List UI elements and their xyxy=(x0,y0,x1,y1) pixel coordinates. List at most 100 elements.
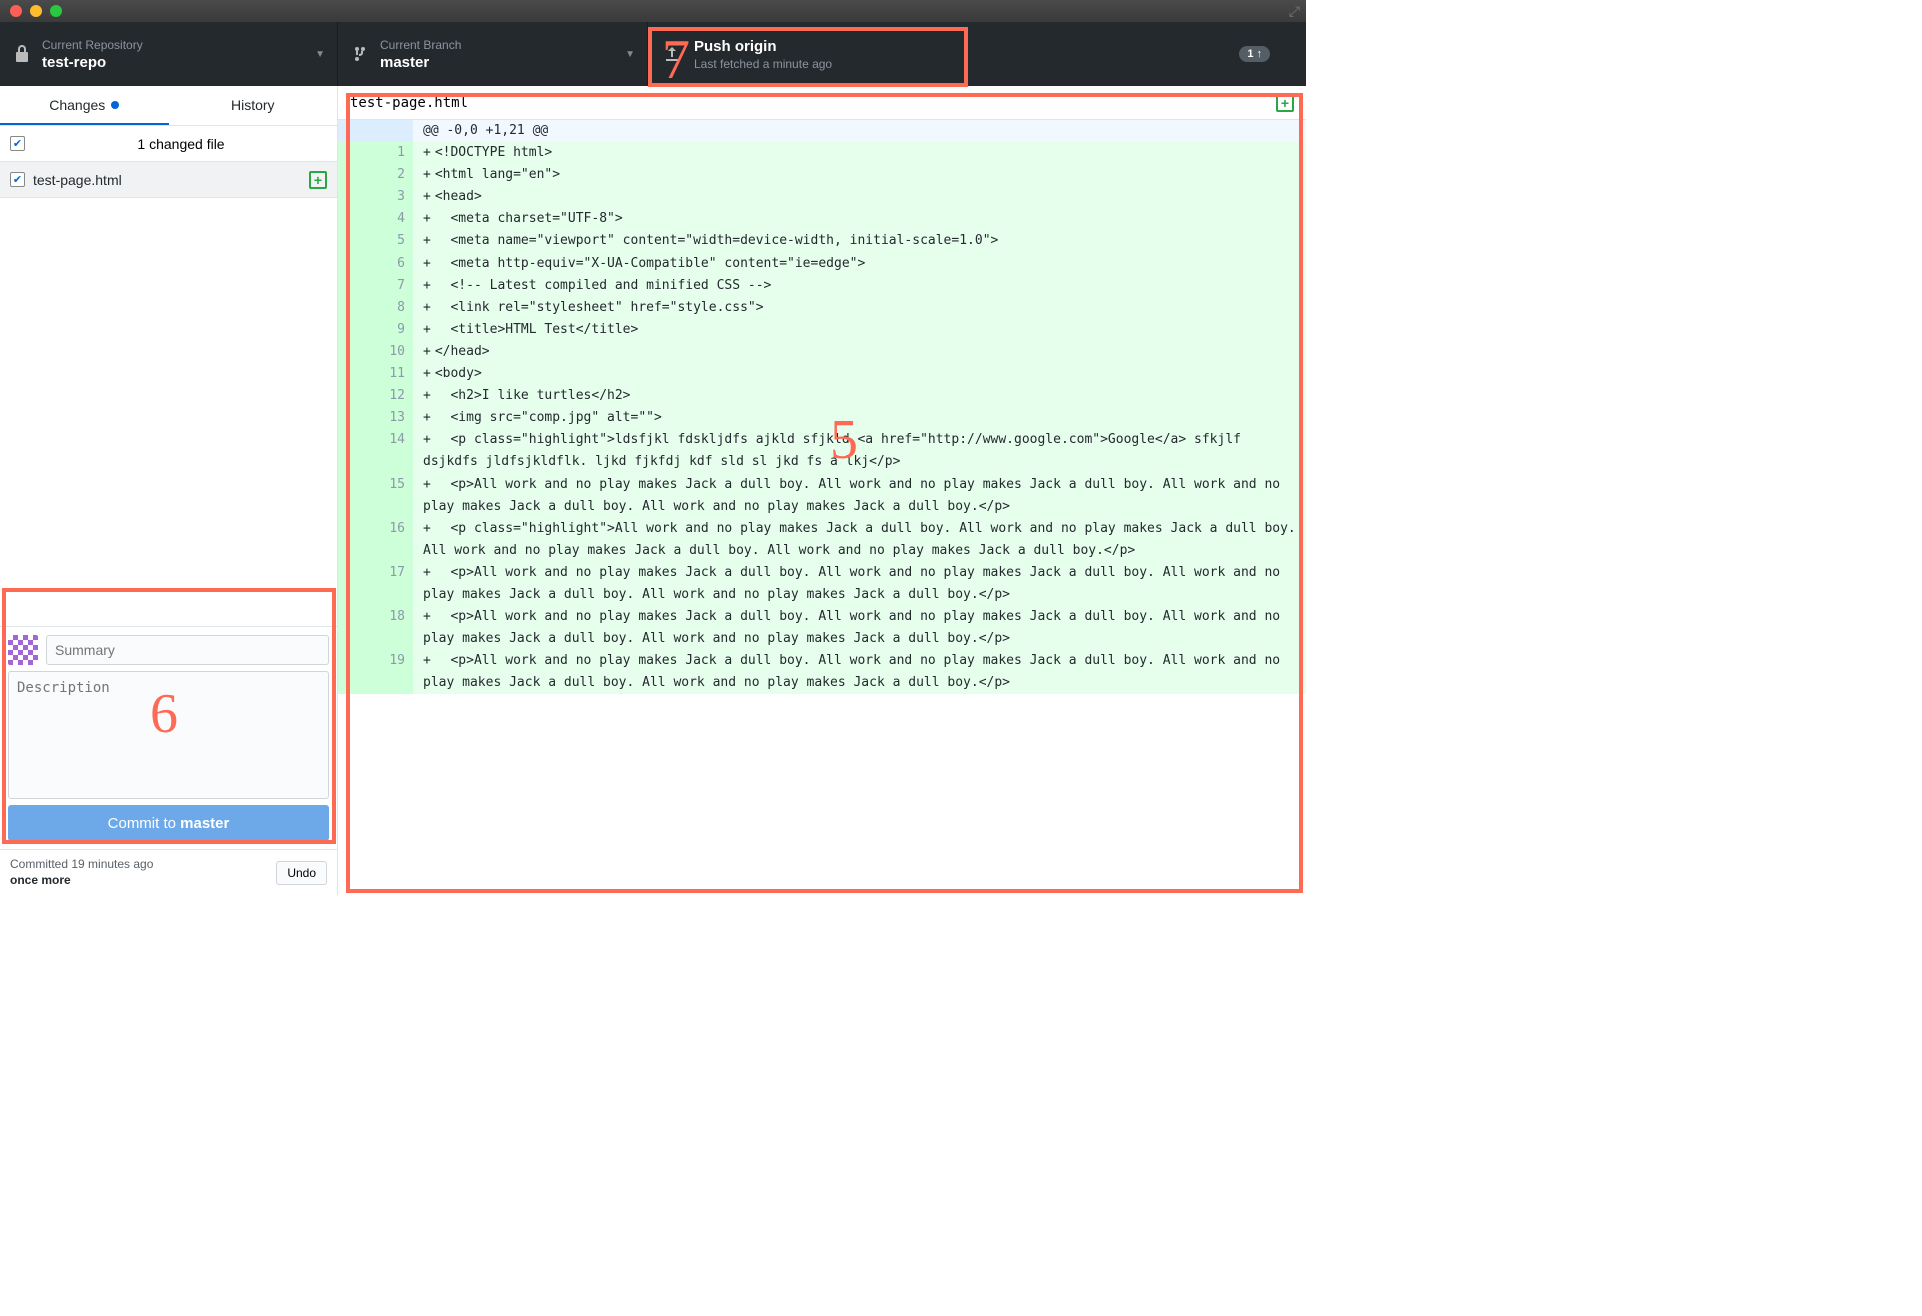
push-badge: 1 ↑ xyxy=(1239,46,1270,62)
zoom-window-button[interactable] xyxy=(50,5,62,17)
line-number: 10 xyxy=(373,341,413,363)
line-number: 5 xyxy=(373,230,413,252)
branch-label: Current Branch xyxy=(380,38,461,52)
line-number: 9 xyxy=(373,319,413,341)
commit-button-branch: master xyxy=(180,815,229,832)
diff-line[interactable]: 11<body> xyxy=(338,363,1306,385)
diff-line[interactable]: 2<html lang="en"> xyxy=(338,164,1306,186)
branch-value: master xyxy=(380,54,461,71)
added-file-icon: + xyxy=(309,171,327,189)
line-number: 16 xyxy=(373,518,413,562)
commit-button-prefix: Commit to xyxy=(108,815,181,832)
diff-file-header: test-page.html + xyxy=(338,86,1306,120)
lock-icon xyxy=(14,44,30,64)
avatar xyxy=(8,635,38,665)
tab-history[interactable]: History xyxy=(169,86,338,125)
repository-selector[interactable]: Current Repository test-repo ▼ xyxy=(0,22,338,86)
code-content: <p>All work and no play makes Jack a dul… xyxy=(413,650,1306,694)
branch-selector[interactable]: Current Branch master ▼ xyxy=(338,22,648,86)
repo-value: test-repo xyxy=(42,54,143,71)
diff-line[interactable]: 3<head> xyxy=(338,186,1306,208)
diff-line[interactable]: 8 <link rel="stylesheet" href="style.css… xyxy=(338,297,1306,319)
description-input[interactable] xyxy=(8,671,329,799)
diff-line[interactable]: 5 <meta name="viewport" content="width=d… xyxy=(338,230,1306,252)
line-number: 7 xyxy=(373,275,413,297)
diff-line[interactable]: 1<!DOCTYPE html> xyxy=(338,142,1306,164)
minimize-window-button[interactable] xyxy=(30,5,42,17)
chevron-down-icon: ▼ xyxy=(315,49,325,60)
tab-changes[interactable]: Changes xyxy=(0,86,169,125)
chevron-down-icon: ▼ xyxy=(625,49,635,60)
line-number: 1 xyxy=(373,142,413,164)
line-number: 8 xyxy=(373,297,413,319)
line-number: 4 xyxy=(373,208,413,230)
close-window-button[interactable] xyxy=(10,5,22,17)
repo-label: Current Repository xyxy=(42,38,143,52)
code-content: </head> xyxy=(413,341,1306,363)
code-content: <head> xyxy=(413,186,1306,208)
line-number: 18 xyxy=(373,606,413,650)
code-content: <meta charset="UTF-8"> xyxy=(413,208,1306,230)
diff-body[interactable]: @@ -0,0 +1,21 @@ 1<!DOCTYPE html>2<html … xyxy=(338,120,1306,895)
diff-line[interactable]: 10</head> xyxy=(338,341,1306,363)
code-content: <p class="highlight">ldsfjkl fdskljdfs a… xyxy=(413,429,1306,473)
line-number: 19 xyxy=(373,650,413,694)
fullscreen-icon[interactable]: ⤢ xyxy=(1289,3,1300,20)
code-content: <meta http-equiv="X-UA-Compatible" conte… xyxy=(413,253,1306,275)
diff-line[interactable]: 16 <p class="highlight">All work and no … xyxy=(338,518,1306,562)
diff-line[interactable]: 14 <p class="highlight">ldsfjkl fdskljdf… xyxy=(338,429,1306,473)
diff-line[interactable]: 6 <meta http-equiv="X-UA-Compatible" con… xyxy=(338,253,1306,275)
changes-indicator-dot xyxy=(111,101,119,109)
branch-icon xyxy=(352,44,368,64)
title-bar: ⤢ xyxy=(0,0,1306,22)
diff-line[interactable]: 19 <p>All work and no play makes Jack a … xyxy=(338,650,1306,694)
line-number: 13 xyxy=(373,407,413,429)
sidebar: Changes History ✔ 1 changed file ✔ test-… xyxy=(0,86,338,895)
summary-input[interactable] xyxy=(46,635,329,665)
toolbar: Current Repository test-repo ▼ Current B… xyxy=(0,22,1306,86)
diff-line[interactable]: 15 <p>All work and no play makes Jack a … xyxy=(338,474,1306,518)
push-label: Push origin xyxy=(694,38,832,55)
code-content: <body> xyxy=(413,363,1306,385)
code-content: <link rel="stylesheet" href="style.css"> xyxy=(413,297,1306,319)
undo-button[interactable]: Undo xyxy=(276,861,327,885)
added-file-icon: + xyxy=(1276,94,1294,112)
push-button[interactable]: Push origin Last fetched a minute ago 1 … xyxy=(648,22,1306,86)
diff-line[interactable]: 13 <img src="comp.jpg" alt=""> xyxy=(338,407,1306,429)
diff-panel: test-page.html + @@ -0,0 +1,21 @@ 1<!DOC… xyxy=(338,86,1306,895)
tab-history-label: History xyxy=(231,97,275,113)
code-content: <p>All work and no play makes Jack a dul… xyxy=(413,474,1306,518)
commit-button[interactable]: Commit to master xyxy=(8,805,329,841)
code-content: <!-- Latest compiled and minified CSS --… xyxy=(413,275,1306,297)
last-commit-time: Committed 19 minutes ago xyxy=(10,857,153,873)
hunk-header-text: @@ -0,0 +1,21 @@ xyxy=(413,120,1306,142)
push-sub: Last fetched a minute ago xyxy=(694,57,832,71)
changed-files-count: 1 changed file xyxy=(35,136,327,152)
changes-header: ✔ 1 changed file xyxy=(0,126,337,162)
line-number: 3 xyxy=(373,186,413,208)
commit-form: Commit to master xyxy=(0,626,337,849)
diff-line[interactable]: 18 <p>All work and no play makes Jack a … xyxy=(338,606,1306,650)
diff-line[interactable]: 12 <h2>I like turtles</h2> xyxy=(338,385,1306,407)
diff-line[interactable]: 7 <!-- Latest compiled and minified CSS … xyxy=(338,275,1306,297)
line-number: 12 xyxy=(373,385,413,407)
code-content: <img src="comp.jpg" alt=""> xyxy=(413,407,1306,429)
code-content: <html lang="en"> xyxy=(413,164,1306,186)
push-icon xyxy=(662,44,682,64)
diff-line[interactable]: 9 <title>HTML Test</title> xyxy=(338,319,1306,341)
code-content: <h2>I like turtles</h2> xyxy=(413,385,1306,407)
file-name: test-page.html xyxy=(33,172,301,188)
diff-line[interactable]: 4 <meta charset="UTF-8"> xyxy=(338,208,1306,230)
code-content: <!DOCTYPE html> xyxy=(413,142,1306,164)
last-commit-footer: Committed 19 minutes ago once more Undo xyxy=(0,849,337,895)
diff-file-name: test-page.html xyxy=(350,95,468,111)
code-content: <meta name="viewport" content="width=dev… xyxy=(413,230,1306,252)
file-checkbox[interactable]: ✔ xyxy=(10,172,25,187)
select-all-checkbox[interactable]: ✔ xyxy=(10,136,25,151)
diff-line[interactable]: 17 <p>All work and no play makes Jack a … xyxy=(338,562,1306,606)
last-commit-message: once more xyxy=(10,873,153,889)
line-number: 6 xyxy=(373,253,413,275)
hunk-header: @@ -0,0 +1,21 @@ xyxy=(338,120,1306,142)
code-content: <title>HTML Test</title> xyxy=(413,319,1306,341)
changed-file-row[interactable]: ✔ test-page.html + xyxy=(0,162,337,198)
